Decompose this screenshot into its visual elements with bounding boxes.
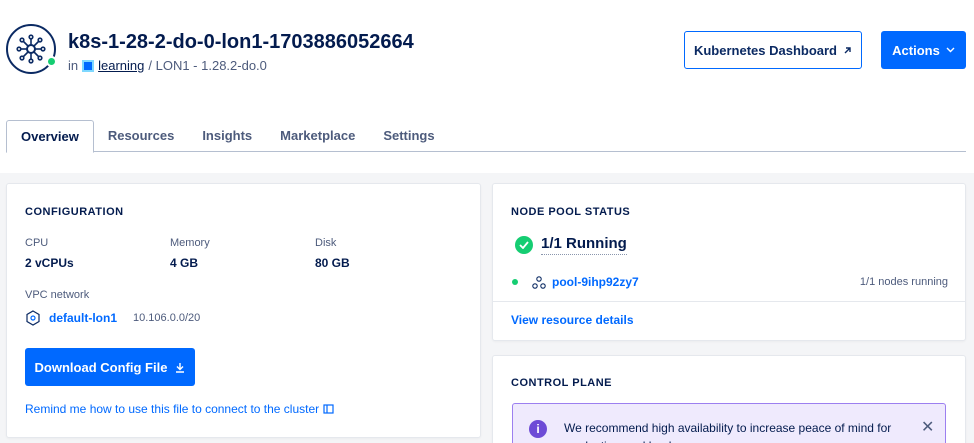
memory-label: Memory [170,237,210,249]
project-icon [82,59,95,72]
close-icon[interactable]: ✕ [921,417,934,437]
node-pool-row: pool-9ihp92zy7 1/1 nodes running [512,275,948,289]
pool-status-dot [512,279,518,285]
vpc-network-link[interactable]: default-lon1 [49,311,117,325]
info-icon: i [529,420,547,438]
disk-value: 80 GB [315,256,350,270]
breadcrumb: in learning / LON1 - 1.28.2-do.0 [68,58,267,73]
vpc-label: VPC network [25,289,90,301]
region-version: / LON1 - 1.28.2-do.0 [148,58,267,73]
download-icon [176,362,185,373]
vpc-network-icon [26,310,40,326]
chevron-down-icon [946,47,955,53]
download-button-label: Download Config File [34,359,168,375]
high-availability-alert: i We recommend high availability to incr… [512,403,946,443]
cpu-value: 2 vCPUs [25,256,74,270]
actions-button-label: Actions [892,42,940,58]
node-pool-icon [532,275,546,289]
running-status: 1/1 Running [515,235,627,255]
vpc-ip-range: 10.106.0.0/20 [133,312,201,324]
cluster-status-dot [46,56,57,67]
view-resource-details-link[interactable]: View resource details [511,313,634,327]
tab-resources[interactable]: Resources [94,120,188,152]
tab-marketplace[interactable]: Marketplace [266,120,369,152]
page-title: k8s-1-28-2-do-0-lon1-1703886052664 [68,31,414,53]
remind-link-label: Remind me how to use this file to connec… [25,402,320,416]
node-pool-status-title: NODE POOL STATUS [511,206,631,218]
remind-config-link[interactable]: Remind me how to use this file to connec… [25,402,334,416]
book-icon [323,404,334,414]
cpu-label: CPU [25,237,49,249]
configuration-title: CONFIGURATION [25,206,124,218]
tab-insights[interactable]: Insights [188,120,266,152]
dashboard-button-label: Kubernetes Dashboard [693,42,838,58]
memory-value: 4 GB [170,256,199,270]
in-label: in [68,58,79,73]
project-link[interactable]: learning [98,58,144,73]
download-config-button[interactable]: Download Config File [25,348,195,386]
alert-message: We recommend high availability to increa… [564,421,892,443]
external-link-icon [844,46,851,53]
running-count[interactable]: 1/1 Running [541,235,627,255]
card-divider [492,301,966,302]
control-plane-title: CONTROL PLANE [511,377,613,389]
node-pool-link[interactable]: pool-9ihp92zy7 [552,275,639,289]
kubernetes-dashboard-button[interactable]: Kubernetes Dashboard [684,31,862,69]
check-circle-icon [515,236,533,254]
tab-bar: Overview Resources Insights Marketplace … [6,120,966,153]
disk-label: Disk [315,237,337,249]
actions-button[interactable]: Actions [881,31,966,69]
nodes-running-count: 1/1 nodes running [859,276,948,288]
vpc-row: default-lon1 10.106.0.0/20 [25,310,200,326]
tab-overview[interactable]: Overview [6,120,94,153]
tab-settings[interactable]: Settings [369,120,448,152]
